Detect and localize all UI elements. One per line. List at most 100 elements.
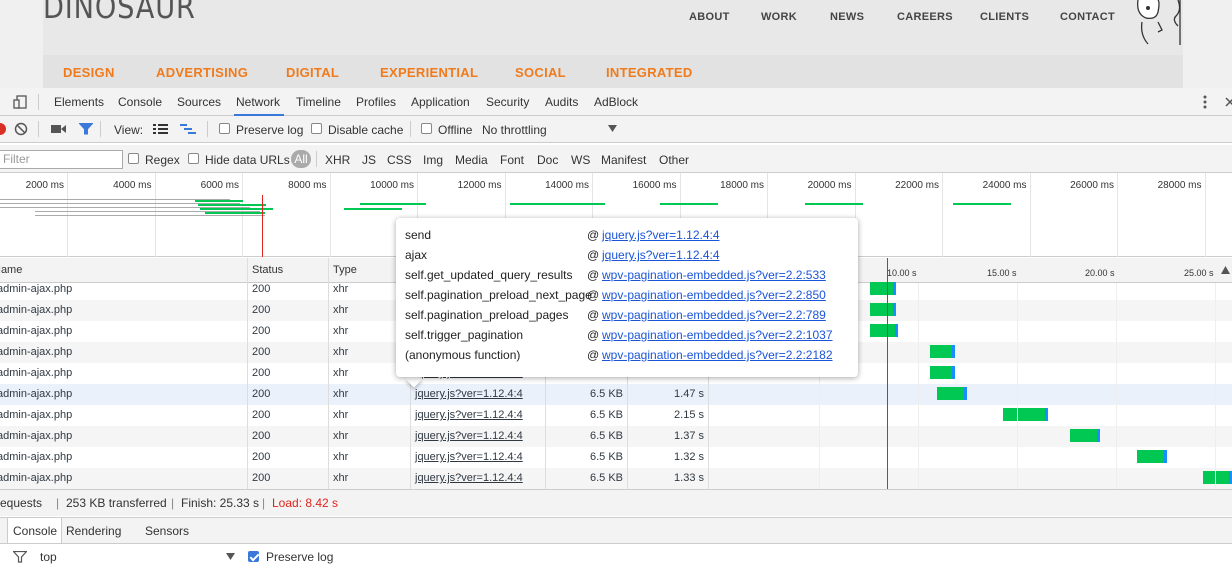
tab-sources[interactable]: Sources (177, 95, 221, 109)
nav-contact[interactable]: CONTACT (1060, 11, 1115, 23)
console-filter-icon[interactable] (13, 551, 27, 563)
tab-application[interactable]: Application (411, 95, 470, 109)
tab-separator (38, 94, 39, 110)
waterfall-bar[interactable] (870, 324, 898, 337)
overview-icon[interactable] (180, 124, 196, 134)
throttling-select[interactable]: No throttling (482, 123, 547, 137)
offline-checkbox[interactable] (421, 123, 432, 134)
stack-frame-function: send (405, 228, 432, 242)
filter-input[interactable]: Filter (0, 150, 123, 169)
stack-frame-link[interactable]: jquery.js?ver=1.12.4:4 (602, 228, 720, 242)
filter-type-doc[interactable]: Doc (537, 153, 558, 167)
row-type: xhr (333, 430, 349, 442)
nav-clients[interactable]: CLIENTS (980, 11, 1029, 23)
waterfall-grid (1215, 283, 1216, 489)
waterfall-bar[interactable] (937, 387, 968, 400)
more-options-icon[interactable] (1201, 95, 1209, 109)
filter-type-media[interactable]: Media (455, 153, 488, 167)
waterfall-bar[interactable] (929, 345, 956, 358)
row-initiator-link[interactable]: jquery.js?ver=1.12.4:4 (415, 451, 523, 463)
drawer-tab-console[interactable]: Console (13, 524, 57, 538)
disable-cache-checkbox[interactable] (311, 123, 322, 134)
context-dropdown-icon[interactable] (226, 553, 235, 560)
table-row[interactable]: admin-ajax.php 200 xhr jquery.js?ver=1.12.4… (0, 384, 1232, 405)
close-devtools-icon[interactable] (1225, 97, 1232, 107)
device-mode-icon[interactable] (13, 95, 27, 109)
sort-ascending-icon[interactable] (1221, 266, 1230, 274)
column-divider[interactable] (247, 258, 248, 489)
waterfall-bar[interactable] (929, 366, 956, 379)
table-row[interactable]: admin-ajax.php 200 xhr jquery.js?ver=1.12.4… (0, 468, 1232, 489)
hide-data-urls-checkbox[interactable] (188, 153, 199, 164)
context-selector[interactable]: top (40, 550, 57, 564)
subnav-experiential[interactable]: EXPERIENTIAL (380, 65, 478, 80)
overview-tick-label: 28000 ms (1157, 180, 1202, 191)
filter-type-css[interactable]: CSS (387, 153, 412, 167)
subnav-integrated[interactable]: INTEGRATED (606, 65, 693, 80)
waterfall-bar[interactable] (1137, 450, 1168, 463)
nav-careers[interactable]: CAREERS (897, 11, 953, 23)
stack-frame-link[interactable]: wpv-pagination-embedded.js?ver=2.2:850 (602, 288, 826, 302)
tab-profiles[interactable]: Profiles (356, 95, 396, 109)
table-row[interactable]: admin-ajax.php 200 xhr jquery.js?ver=1.12.4… (0, 405, 1232, 426)
filter-icon[interactable] (79, 123, 93, 135)
nav-about[interactable]: ABOUT (689, 11, 730, 23)
dropdown-arrow-icon[interactable] (608, 125, 617, 132)
row-name: admin-ajax.php (0, 451, 73, 463)
drawer-tab-sensors[interactable]: Sensors (145, 524, 189, 538)
clear-icon[interactable] (14, 122, 28, 136)
stack-frame-link[interactable]: wpv-pagination-embedded.js?ver=2.2:2182 (602, 348, 833, 362)
stack-frame-at: @ (587, 228, 600, 242)
regex-checkbox[interactable] (128, 153, 139, 164)
waterfall-bar[interactable] (870, 282, 896, 295)
drawer-tab-rendering[interactable]: Rendering (66, 524, 121, 538)
subnav-social[interactable]: SOCIAL (515, 65, 566, 80)
tab-elements[interactable]: Elements (54, 95, 104, 109)
tab-console[interactable]: Console (118, 95, 162, 109)
nav-news[interactable]: NEWS (830, 11, 864, 23)
filter-type-xhr[interactable]: XHR (325, 153, 350, 167)
waterfall-bar[interactable] (870, 303, 896, 316)
waterfall-bar[interactable] (1070, 429, 1100, 442)
stack-frame-link[interactable]: jquery.js?ver=1.12.4:4 (602, 248, 720, 262)
filter-type-ws[interactable]: WS (571, 153, 590, 167)
subnav-advertising[interactable]: ADVERTISING (156, 65, 248, 80)
row-initiator-link[interactable]: jquery.js?ver=1.12.4:4 (415, 430, 523, 442)
stack-frame-link[interactable]: wpv-pagination-embedded.js?ver=2.2:533 (602, 268, 826, 282)
subnav-digital[interactable]: DIGITAL (286, 65, 339, 80)
stack-frame-link[interactable]: wpv-pagination-embedded.js?ver=2.2:789 (602, 308, 826, 322)
row-initiator-link[interactable]: jquery.js?ver=1.12.4:4 (415, 472, 523, 484)
column-divider[interactable] (328, 258, 329, 489)
status-requests: requests (0, 496, 43, 510)
stack-frame-link[interactable]: wpv-pagination-embedded.js?ver=2.2:1037 (602, 328, 833, 342)
preserve-log-checkbox[interactable] (219, 123, 230, 134)
col-header-name[interactable]: Name (0, 264, 22, 276)
filter-type-font[interactable]: Font (500, 153, 524, 167)
filter-type-js[interactable]: JS (362, 153, 376, 167)
row-type: xhr (333, 388, 349, 400)
row-initiator-link[interactable]: jquery.js?ver=1.12.4:4 (415, 409, 523, 421)
large-rows-icon[interactable] (153, 124, 168, 134)
waterfall-bar[interactable] (1202, 471, 1232, 484)
filter-type-manifest[interactable]: Manifest (601, 153, 646, 167)
nav-work[interactable]: WORK (761, 11, 797, 23)
col-header-type[interactable]: Type (333, 264, 357, 276)
waterfall-bar[interactable] (1002, 408, 1049, 421)
filter-type-img[interactable]: Img (423, 153, 443, 167)
tab-timeline[interactable]: Timeline (296, 95, 341, 109)
load-marker-line (262, 195, 263, 257)
filter-type-other[interactable]: Other (659, 153, 689, 167)
table-row[interactable]: admin-ajax.php 200 xhr jquery.js?ver=1.12.4… (0, 447, 1232, 468)
site-logo[interactable]: DINOSAUR (43, 0, 196, 26)
subnav-design[interactable]: DESIGN (63, 65, 115, 80)
tab-audits[interactable]: Audits (545, 95, 578, 109)
tab-network[interactable]: Network (236, 95, 280, 109)
tab-security[interactable]: Security (486, 95, 529, 109)
console-preserve-log-checkbox[interactable] (248, 551, 259, 562)
filter-type-all[interactable]: All (291, 150, 311, 168)
col-header-status[interactable]: Status (252, 264, 283, 276)
tab-adblock[interactable]: AdBlock (594, 95, 638, 109)
capture-screenshots-icon[interactable] (51, 124, 66, 134)
table-row[interactable]: admin-ajax.php 200 xhr jquery.js?ver=1.12.4… (0, 426, 1232, 447)
row-initiator-link[interactable]: jquery.js?ver=1.12.4:4 (415, 388, 523, 400)
